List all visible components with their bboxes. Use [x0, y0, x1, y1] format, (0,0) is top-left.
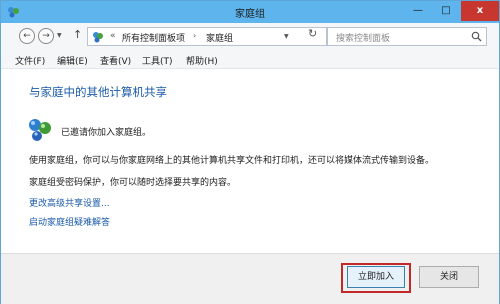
- forward-button[interactable]: →: [38, 28, 54, 44]
- dialog-footer: 立即加入 关闭: [1, 253, 499, 304]
- homegroup-window: 家庭组 — □ x ← → ▼ ↑ « 所有控制面板项 › 家庭组 ▼ ↻ 搜索…: [0, 0, 500, 304]
- join-now-button[interactable]: 立即加入: [347, 266, 405, 288]
- minimize-button[interactable]: —: [405, 1, 431, 21]
- breadcrumb-separator-icon[interactable]: ›: [193, 31, 196, 40]
- page-title: 与家庭中的其他计算机共享: [29, 85, 167, 99]
- title-bar: 家庭组 — □ x: [1, 1, 499, 23]
- up-button[interactable]: ↑: [73, 28, 82, 41]
- back-button[interactable]: ←: [19, 28, 35, 44]
- menu-help[interactable]: 帮助(H): [186, 54, 218, 67]
- search-icon[interactable]: [471, 31, 482, 42]
- control-panel-icon: [93, 32, 103, 43]
- address-bar[interactable]: « 所有控制面板项 › 家庭组: [87, 27, 327, 46]
- menu-file[interactable]: 文件(F): [15, 54, 45, 67]
- search-input[interactable]: 搜索控制面板: [327, 27, 487, 46]
- main-content: 与家庭中的其他计算机共享 已邀请你加入家庭组。 使用家庭组，你可以与你家庭网络上…: [1, 69, 499, 253]
- refresh-icon[interactable]: ↻: [308, 27, 317, 40]
- maximize-button[interactable]: □: [433, 1, 459, 21]
- recent-locations-chevron-icon[interactable]: ▼: [57, 32, 62, 39]
- close-window-button[interactable]: x: [461, 1, 499, 21]
- breadcrumb-overflow[interactable]: «: [110, 31, 116, 41]
- homegroup-icon: [29, 119, 51, 141]
- breadcrumb-all-control-panel-items[interactable]: 所有控制面板项: [122, 31, 185, 44]
- homegroup-description: 使用家庭组，你可以与你家庭网络上的其他计算机共享文件和打印机，还可以将媒体流式传…: [29, 156, 435, 166]
- address-dropdown-chevron-icon[interactable]: ▼: [284, 33, 289, 40]
- menu-view[interactable]: 查看(V): [100, 54, 131, 67]
- homegroup-troubleshooter-link[interactable]: 启动家庭组疑难解答: [29, 215, 110, 228]
- advanced-sharing-settings-link[interactable]: 更改高级共享设置...: [29, 196, 110, 209]
- password-note: 家庭组受密码保护，你可以随时选择要共享的内容。: [29, 178, 237, 188]
- search-placeholder: 搜索控制面板: [336, 34, 391, 44]
- breadcrumb-homegroup[interactable]: 家庭组: [206, 31, 233, 44]
- invite-message: 已邀请你加入家庭组。: [61, 128, 152, 138]
- menu-tools[interactable]: 工具(T): [142, 54, 173, 67]
- close-button[interactable]: 关闭: [419, 266, 479, 288]
- menu-bar: 文件(F) 编辑(E) 查看(V) 工具(T) 帮助(H): [1, 51, 499, 69]
- menu-edit[interactable]: 编辑(E): [57, 54, 88, 67]
